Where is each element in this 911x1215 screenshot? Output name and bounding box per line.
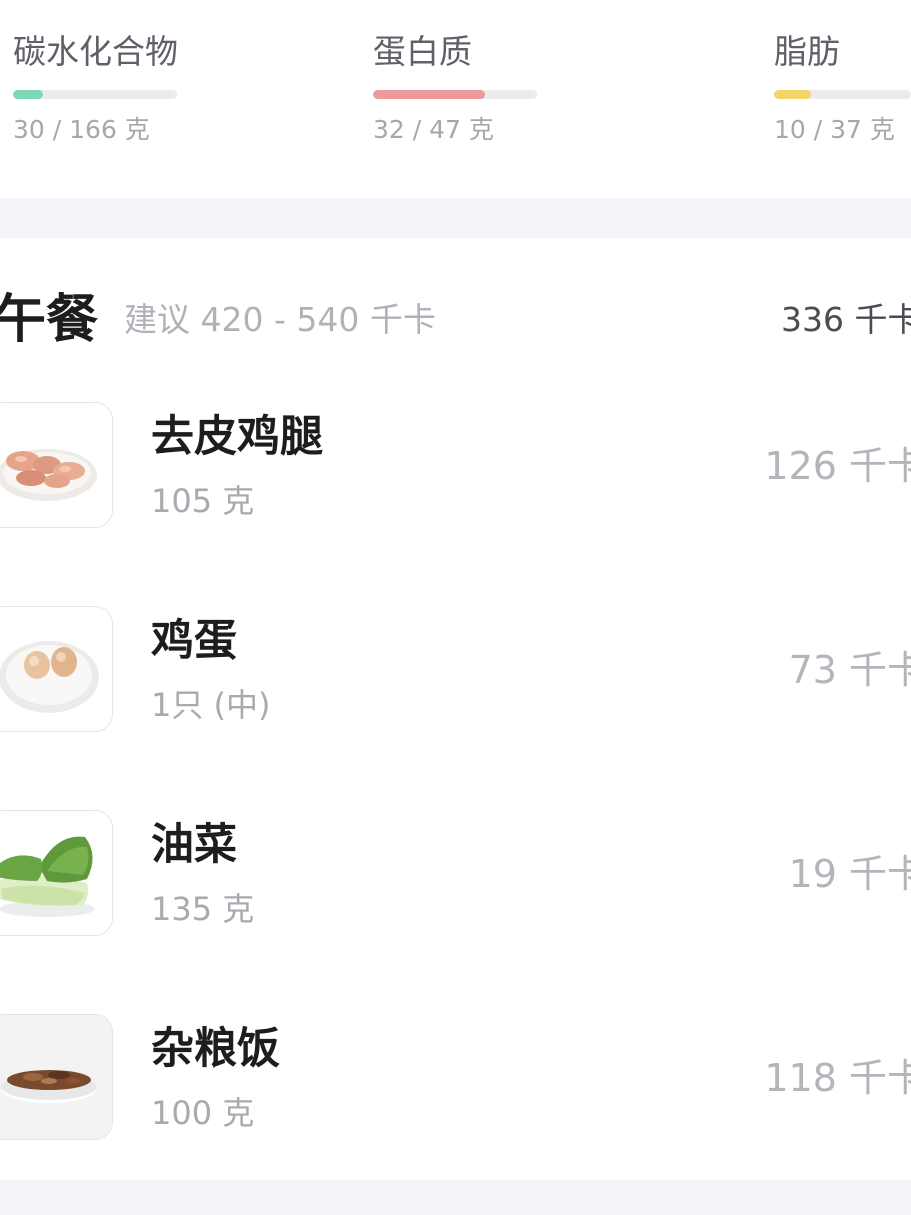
multigrain-rice-icon (0, 1014, 113, 1140)
food-calories: 19 千卡 (788, 852, 911, 896)
food-item[interactable]: 杂粮饭 100 克 118 千卡 (0, 1014, 911, 1140)
macro-fat-progress (774, 90, 911, 99)
meal-calorie-suggestion: 建议 420 - 540 千卡 (124, 300, 436, 339)
macro-fat-label: 脂肪 (774, 32, 840, 71)
macro-carbs-label: 碳水化合物 (13, 32, 178, 71)
macro-protein-label: 蛋白质 (373, 32, 472, 71)
food-quantity: 1只 (中) (151, 686, 271, 724)
macro-fat: 脂肪 10 / 37 克 (774, 30, 911, 144)
macro-carbs-progress-fill (13, 90, 43, 99)
food-name: 油菜 (151, 820, 237, 870)
section-divider (0, 198, 911, 238)
chicken-leg-icon (0, 402, 113, 528)
macro-carbs-progress (13, 90, 177, 99)
meal-calorie-total: 336 千卡 (781, 300, 911, 339)
food-name: 鸡蛋 (151, 616, 237, 666)
food-quantity: 105 克 (151, 482, 255, 520)
food-calories: 126 千卡 (764, 444, 911, 488)
food-item[interactable]: 鸡蛋 1只 (中) 73 千卡 (0, 606, 911, 732)
food-calories: 73 千卡 (788, 648, 911, 692)
food-name: 杂粮饭 (151, 1024, 280, 1074)
macro-carbs-amount: 30 / 166 克 (13, 115, 150, 144)
macro-protein: 蛋白质 32 / 47 克 (373, 30, 537, 144)
food-quantity: 135 克 (151, 890, 255, 928)
macro-summary: 碳水化合物 30 / 166 克 蛋白质 32 / 47 克 脂肪 10 / 3… (0, 0, 911, 198)
section-divider (0, 1180, 911, 1215)
egg-icon (0, 606, 113, 732)
food-quantity: 100 克 (151, 1094, 255, 1132)
macro-carbs: 碳水化合物 30 / 166 克 (13, 30, 178, 144)
macro-fat-progress-fill (774, 90, 811, 99)
food-item[interactable]: 去皮鸡腿 105 克 126 千卡 (0, 402, 911, 528)
food-calories: 118 千卡 (764, 1056, 911, 1100)
meal-title: 午餐 (0, 290, 99, 350)
bok-choy-icon (0, 810, 113, 936)
food-item[interactable]: 油菜 135 克 19 千卡 (0, 810, 911, 936)
macro-protein-progress (373, 90, 537, 99)
macro-protein-progress-fill (373, 90, 485, 99)
macro-fat-amount: 10 / 37 克 (774, 115, 895, 144)
food-name: 去皮鸡腿 (151, 412, 323, 462)
macro-protein-amount: 32 / 47 克 (373, 115, 494, 144)
